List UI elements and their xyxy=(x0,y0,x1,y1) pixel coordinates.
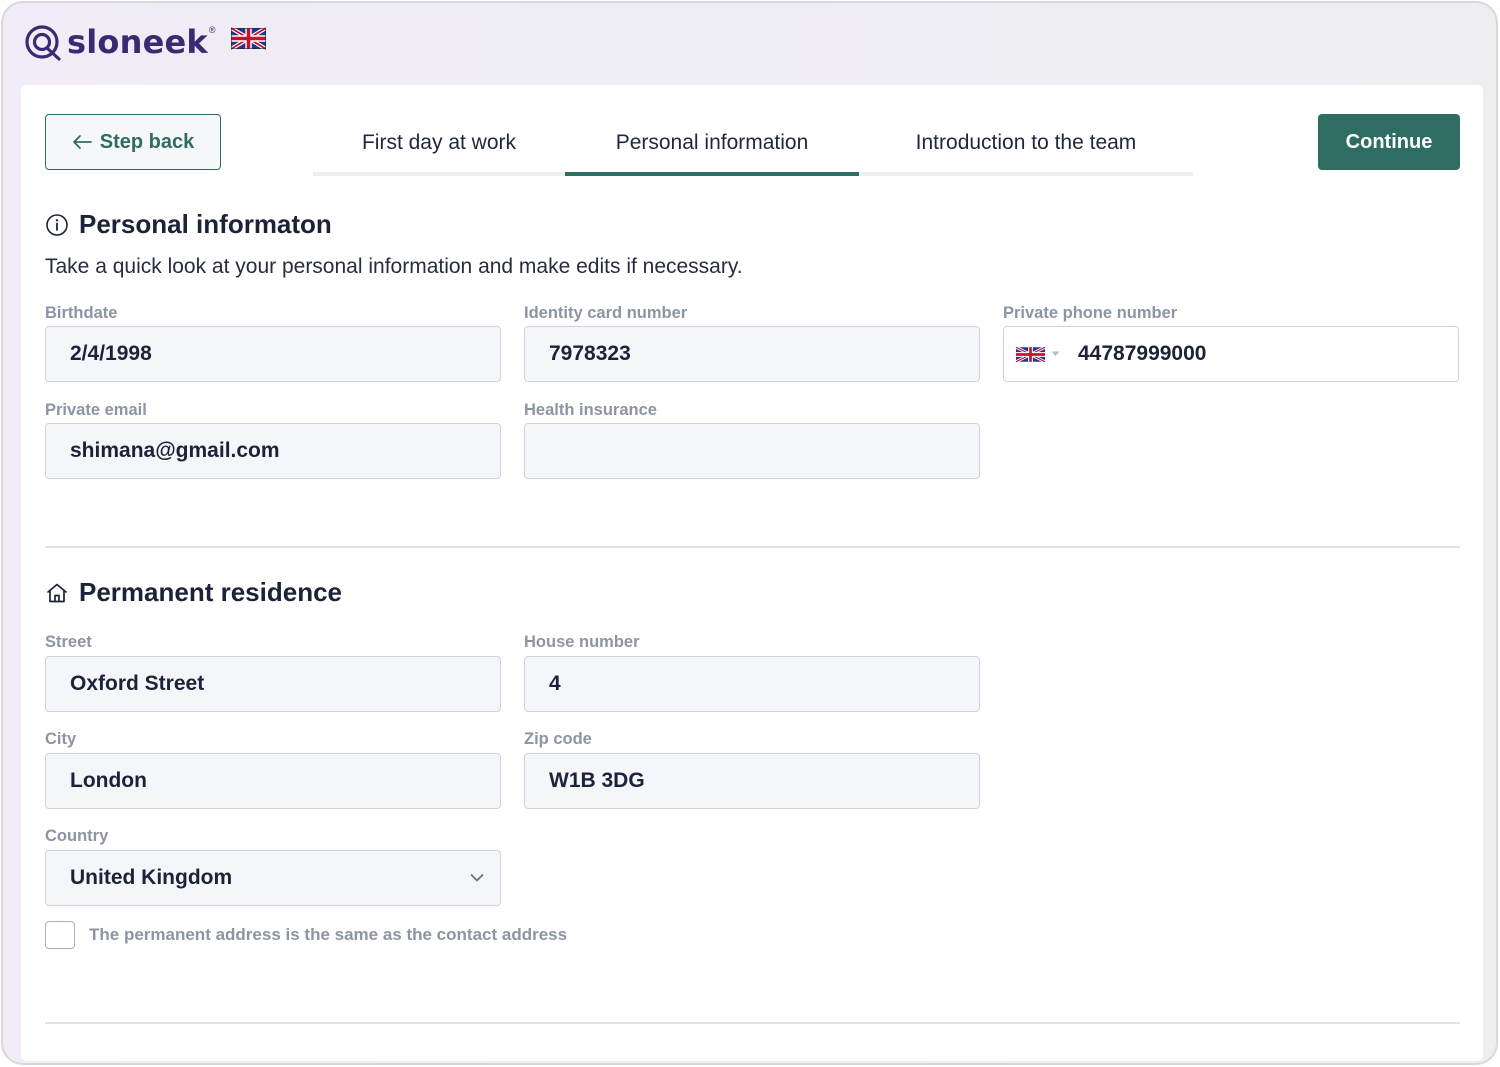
identity-card-value: 7978323 xyxy=(549,342,631,365)
city-value: London xyxy=(70,769,147,792)
email-value: shimana@gmail.com xyxy=(70,439,280,462)
health-insurance-label: Health insurance xyxy=(524,401,657,419)
identity-card-field[interactable]: 7978323 xyxy=(524,326,980,382)
personal-info-title: Personal informaton xyxy=(79,209,332,239)
house-number-field[interactable]: 4 xyxy=(524,656,980,712)
birthdate-field[interactable]: 2/4/1998 xyxy=(45,326,501,382)
section-divider xyxy=(45,546,1460,548)
phone-field[interactable]: 44787999000 xyxy=(1003,326,1459,382)
caret-down-icon xyxy=(1051,351,1060,356)
zip-code-value: W1B 3DG xyxy=(549,769,645,792)
email-label: Private email xyxy=(45,401,147,419)
top-bar: sloneek ® xyxy=(3,3,1496,85)
identity-card-label: Identity card number xyxy=(524,304,688,322)
logo-registered-mark: ® xyxy=(208,25,216,35)
uk-flag-icon[interactable] xyxy=(231,27,266,50)
birthdate-value: 2/4/1998 xyxy=(70,342,152,365)
uk-flag-icon xyxy=(1016,346,1045,362)
zip-code-label: Zip code xyxy=(524,730,592,748)
street-label: Street xyxy=(45,633,92,651)
house-number-label: House number xyxy=(524,633,640,651)
birthdate-label: Birthdate xyxy=(45,304,118,322)
arrow-left-icon xyxy=(72,135,92,149)
logo-text: sloneek xyxy=(67,23,208,61)
bottom-divider xyxy=(45,1022,1460,1024)
health-insurance-field[interactable] xyxy=(524,423,980,479)
step-tabs: First day at work Personal information I… xyxy=(313,114,1193,176)
phone-label: Private phone number xyxy=(1003,304,1178,322)
logo-mark-icon xyxy=(25,25,61,61)
step-back-label: Step back xyxy=(99,130,195,153)
email-field[interactable]: shimana@gmail.com xyxy=(45,423,501,479)
personal-info-subtitle: Take a quick look at your personal infor… xyxy=(45,255,743,278)
app-window: sloneek ® Step back First day at work Pe… xyxy=(1,1,1498,1065)
info-icon xyxy=(46,213,68,236)
zip-code-field[interactable]: W1B 3DG xyxy=(524,753,980,809)
house-number-value: 4 xyxy=(549,672,561,695)
residence-heading: Permanent residence xyxy=(45,577,342,608)
phone-value: 44787999000 xyxy=(1078,342,1207,365)
personal-info-heading: Personal informaton xyxy=(45,209,332,240)
phone-country-picker[interactable] xyxy=(1016,346,1060,362)
street-value: Oxford Street xyxy=(70,672,205,695)
onboarding-card: Step back First day at work Personal inf… xyxy=(21,85,1483,1061)
same-address-label[interactable]: The permanent address is the same as the… xyxy=(89,925,567,945)
tab-introduction-to-the-team[interactable]: Introduction to the team xyxy=(859,114,1193,172)
street-field[interactable]: Oxford Street xyxy=(45,656,501,712)
step-back-button[interactable]: Step back xyxy=(45,114,221,170)
home-icon xyxy=(47,583,67,602)
residence-title: Permanent residence xyxy=(79,577,343,607)
tab-personal-information[interactable]: Personal information xyxy=(565,114,859,176)
tab-first-day-at-work[interactable]: First day at work xyxy=(313,114,565,172)
country-value: United Kingdom xyxy=(70,866,233,889)
city-label: City xyxy=(45,730,77,748)
country-select[interactable]: United Kingdom xyxy=(45,850,501,906)
continue-button[interactable]: Continue xyxy=(1318,114,1460,170)
same-address-checkbox[interactable] xyxy=(45,921,75,949)
chevron-down-icon xyxy=(470,874,484,882)
city-field[interactable]: London xyxy=(45,753,501,809)
country-label: Country xyxy=(45,827,109,845)
sloneek-logo[interactable]: sloneek ® xyxy=(23,21,216,63)
